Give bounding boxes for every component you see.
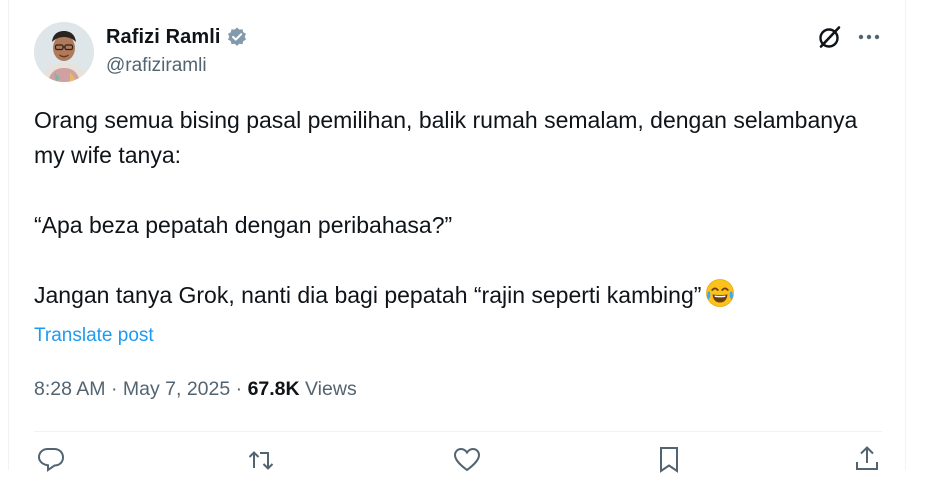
face-with-tears-of-joy-icon bbox=[705, 278, 735, 308]
action-bar bbox=[34, 444, 882, 474]
tweet-card: Rafizi Ramli @rafiziramli Orang semua bi… bbox=[8, 0, 906, 473]
author-handle[interactable]: @rafiziramli bbox=[106, 55, 207, 77]
grok-icon[interactable] bbox=[817, 24, 843, 50]
meta-separator: · bbox=[230, 378, 248, 400]
avatar-photo-icon bbox=[34, 22, 94, 82]
divider bbox=[34, 431, 882, 432]
tweet-blank-line bbox=[34, 173, 864, 208]
tweet-paragraph-1: Orang semua bising pasal pemilihan, bali… bbox=[34, 107, 858, 168]
views-label[interactable]: Views bbox=[300, 378, 357, 400]
reply-icon[interactable] bbox=[36, 444, 66, 474]
views-count[interactable]: 67.8K bbox=[248, 378, 300, 400]
tweet-paragraph-2: “Apa beza pepatah dengan peribahasa?” bbox=[34, 212, 453, 238]
tweet-paragraph-3: Jangan tanya Grok, nanti dia bagi pepata… bbox=[34, 282, 702, 308]
author-display-name[interactable]: Rafizi Ramli bbox=[106, 26, 221, 49]
bookmark-icon[interactable] bbox=[654, 444, 684, 474]
avatar[interactable] bbox=[34, 22, 94, 82]
author-name-row[interactable]: Rafizi Ramli bbox=[106, 24, 248, 50]
tweet-blank-line bbox=[34, 243, 864, 278]
tweet-time[interactable]: 8:28 AM bbox=[34, 378, 106, 400]
like-icon[interactable] bbox=[452, 444, 482, 474]
more-options-icon[interactable] bbox=[856, 24, 882, 50]
meta-separator: · bbox=[105, 378, 123, 400]
tweet-meta: 8:28 AM · May 7, 2025 · 67.8K Views bbox=[34, 378, 357, 401]
repost-icon[interactable] bbox=[246, 444, 276, 474]
translate-post-link[interactable]: Translate post bbox=[34, 325, 154, 347]
share-icon[interactable] bbox=[852, 444, 882, 474]
tweet-paragraph-3-wrap: Jangan tanya Grok, nanti dia bagi pepata… bbox=[34, 278, 864, 313]
tweet-date[interactable]: May 7, 2025 bbox=[123, 378, 230, 400]
verified-badge-icon[interactable] bbox=[226, 26, 248, 48]
tweet-text: Orang semua bising pasal pemilihan, bali… bbox=[34, 103, 864, 313]
